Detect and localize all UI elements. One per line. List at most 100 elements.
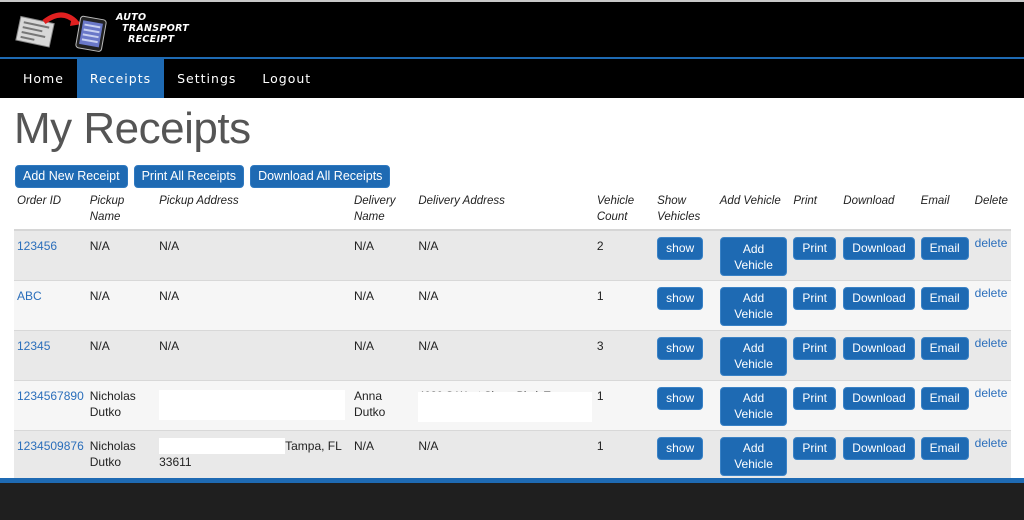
col-delete: Delete	[971, 191, 1011, 231]
print-all-receipts-button[interactable]: Print All Receipts	[133, 165, 245, 188]
delivery-name: N/A	[350, 430, 416, 481]
nav-item-receipts[interactable]: Receipts	[76, 59, 165, 98]
email-button[interactable]: Email	[920, 336, 969, 360]
table-row: ABC N/A N/A N/A N/A 1 show Add Vehicle P…	[14, 280, 1011, 331]
order-id-link[interactable]: ABC	[17, 289, 42, 303]
table-row: 123456 N/A N/A N/A N/A 2 show Add Vehicl…	[14, 230, 1011, 281]
pickup-address: N/A	[156, 230, 351, 281]
print-button[interactable]: Print	[793, 436, 837, 460]
col-print: Print	[790, 191, 841, 231]
receipt-transfer-icon	[15, 12, 107, 52]
col-order-id: Order ID	[14, 191, 87, 231]
download-button[interactable]: Download	[843, 436, 915, 460]
col-email: Email	[917, 191, 972, 231]
delete-link[interactable]: delete	[975, 435, 1008, 451]
print-button[interactable]: Print	[793, 386, 837, 410]
pickup-name: N/A	[86, 230, 157, 281]
download-button[interactable]: Download	[843, 386, 915, 410]
delivery-address: N/A	[415, 280, 594, 331]
vehicle-count: 1	[593, 280, 655, 331]
show-vehicles-button[interactable]: show	[657, 237, 704, 260]
vehicle-count: 3	[593, 330, 655, 381]
redacted-block	[159, 389, 346, 420]
email-button[interactable]: Email	[920, 286, 969, 310]
vehicle-count: 1	[593, 380, 655, 431]
delivery-address-partial: 4020 S West Shore Blvd, Tampa	[418, 388, 593, 422]
table-row: 12345 N/A N/A N/A N/A 3 show Add Vehicle…	[14, 330, 1011, 381]
delete-link[interactable]: delete	[975, 285, 1008, 301]
main-nav: Home Receipts Settings Logout	[0, 59, 1024, 98]
print-button[interactable]: Print	[793, 286, 837, 310]
add-new-receipt-button[interactable]: Add New Receipt	[15, 165, 128, 188]
table-row: 1234509876 Nicholas Dutko Tampa, FL 3361…	[14, 430, 1011, 481]
col-show-vehicles: Show Vehicles	[654, 191, 717, 231]
vehicle-count: 2	[593, 230, 655, 281]
col-pickup-name: Pickup Name	[86, 191, 157, 231]
delivery-name: Anna Dutko	[350, 380, 416, 431]
pickup-address: N/A	[156, 280, 351, 331]
delivery-address: N/A	[415, 430, 594, 481]
download-button[interactable]: Download	[843, 286, 915, 310]
delete-link[interactable]: delete	[975, 235, 1008, 251]
delivery-name: N/A	[350, 230, 416, 281]
pickup-address: N/A	[156, 330, 351, 381]
delivery-name: N/A	[350, 280, 416, 331]
download-button[interactable]: Download	[843, 336, 915, 360]
pickup-address: Tampa, FL 33611	[156, 430, 351, 481]
site-footer	[0, 483, 1024, 520]
address-zip: 33611	[159, 454, 192, 469]
pickup-name: Nicholas Dutko	[86, 380, 157, 431]
email-button[interactable]: Email	[920, 386, 969, 410]
receipts-table: Order ID Pickup Name Pickup Address Deli…	[14, 191, 1011, 481]
col-add-vehicle: Add Vehicle	[716, 191, 791, 231]
order-id-link[interactable]: 123456	[17, 239, 57, 253]
logo-line: Receipt	[128, 34, 175, 45]
print-button[interactable]: Print	[793, 336, 837, 360]
redacted-block	[418, 391, 593, 422]
col-delivery-address: Delivery Address	[415, 191, 594, 231]
nav-item-logout[interactable]: Logout	[249, 59, 324, 98]
email-button[interactable]: Email	[920, 436, 969, 460]
show-vehicles-button[interactable]: show	[657, 336, 704, 360]
show-vehicles-button[interactable]: show	[657, 386, 704, 410]
add-vehicle-button[interactable]: Add Vehicle	[719, 336, 788, 376]
nav-item-settings[interactable]: Settings	[164, 59, 249, 98]
pickup-address	[156, 380, 351, 431]
print-button[interactable]: Print	[793, 237, 837, 260]
redacted-block	[159, 437, 286, 454]
logo-text: Auto Transport Receipt	[116, 12, 189, 45]
col-pickup-address: Pickup Address	[156, 191, 351, 231]
delivery-address: N/A	[415, 330, 594, 381]
col-delivery-name: Delivery Name	[350, 191, 416, 231]
delivery-address: 4020 S West Shore Blvd, Tampa	[415, 380, 594, 431]
table-header-row: Order ID Pickup Name Pickup Address Deli…	[14, 191, 1011, 231]
page-actions: Add New Receipt Print All Receipts Downl…	[15, 165, 391, 188]
logo-line: Transport	[122, 23, 190, 34]
add-vehicle-button[interactable]: Add Vehicle	[719, 436, 788, 476]
delivery-address: N/A	[415, 230, 594, 281]
download-button[interactable]: Download	[843, 237, 915, 260]
email-button[interactable]: Email	[920, 237, 969, 260]
show-vehicles-button[interactable]: show	[657, 286, 704, 310]
delete-link[interactable]: delete	[975, 385, 1008, 401]
order-id-link[interactable]: 1234509876	[17, 439, 84, 453]
show-vehicles-button[interactable]: show	[657, 436, 704, 460]
logo-line: Auto	[116, 12, 147, 23]
pickup-name: N/A	[86, 280, 157, 331]
add-vehicle-button[interactable]: Add Vehicle	[719, 237, 788, 276]
logo[interactable]: Auto Transport Receipt	[14, 8, 189, 52]
delivery-name: N/A	[350, 330, 416, 381]
download-all-receipts-button[interactable]: Download All Receipts	[250, 165, 391, 188]
col-vehicle-count: Vehicle Count	[593, 191, 655, 231]
delete-link[interactable]: delete	[975, 335, 1008, 351]
nav-item-home[interactable]: Home	[10, 59, 77, 98]
col-download: Download	[840, 191, 918, 231]
address-suffix: Tampa, FL	[285, 438, 342, 453]
pickup-name: N/A	[86, 330, 157, 381]
vehicle-count: 1	[593, 430, 655, 481]
add-vehicle-button[interactable]: Add Vehicle	[719, 286, 788, 326]
order-id-link[interactable]: 1234567890	[17, 389, 84, 403]
order-id-link[interactable]: 12345	[17, 339, 50, 353]
add-vehicle-button[interactable]: Add Vehicle	[719, 386, 788, 426]
pickup-name: Nicholas Dutko	[86, 430, 157, 481]
